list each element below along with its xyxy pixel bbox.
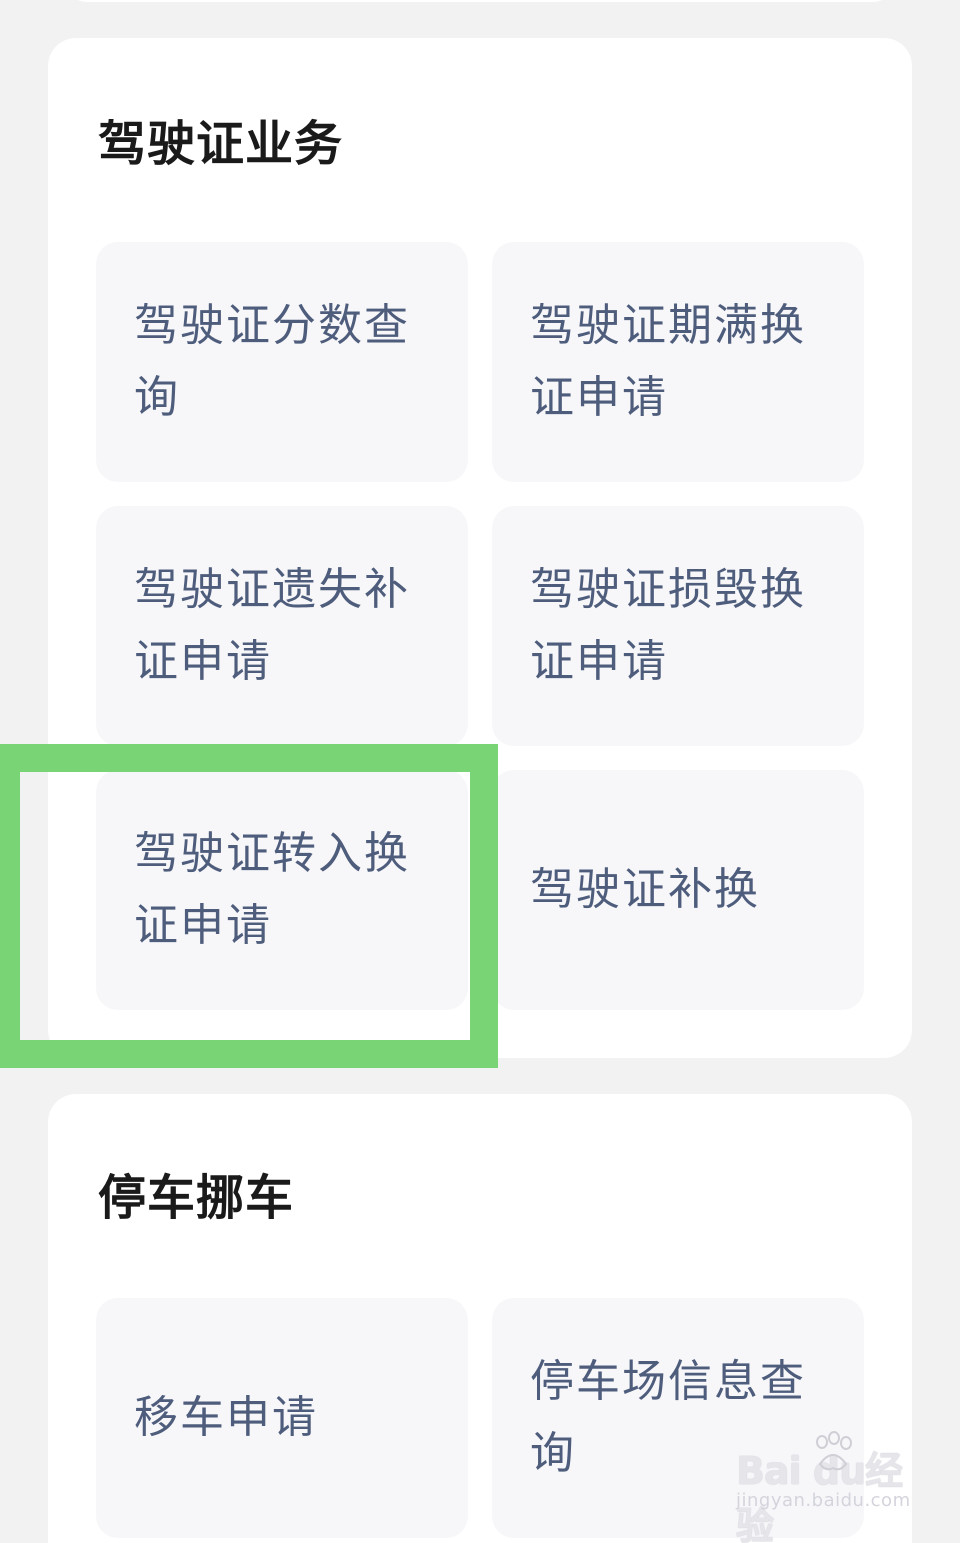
section-card-parking: 停车挪车 移车申请 停车场信息查询 <box>48 1094 912 1543</box>
tile-license-damaged-replacement[interactable]: 驾驶证损毁换证申请 <box>492 506 864 746</box>
tile-license-transfer-in[interactable]: 驾驶证转入换证申请 <box>96 770 468 1010</box>
tile-label: 驾驶证损毁换证申请 <box>530 564 806 687</box>
tile-parking-lot-info[interactable]: 停车场信息查询 <box>492 1298 864 1538</box>
section-title: 驾驶证业务 <box>98 116 344 172</box>
tile-move-car-request[interactable]: 移车申请 <box>96 1298 468 1538</box>
tile-license-renewal[interactable]: 驾驶证期满换证申请 <box>492 242 864 482</box>
tile-license-reissue[interactable]: 驾驶证补换 <box>492 770 864 1010</box>
tile-label: 移车申请 <box>134 1392 318 1443</box>
tile-license-lost-replacement[interactable]: 驾驶证遗失补证申请 <box>96 506 468 746</box>
tile-label: 驾驶证转入换证申请 <box>134 828 410 951</box>
tile-label: 驾驶证补换 <box>530 864 760 915</box>
tile-license-score-query[interactable]: 驾驶证分数查询 <box>96 242 468 482</box>
section-card-license: 驾驶证业务 驾驶证分数查询 驾驶证期满换证申请 驾驶证遗失补证申请 驾驶证损毁换… <box>48 38 912 1058</box>
tile-label: 驾驶证遗失补证申请 <box>134 564 410 687</box>
tile-label: 驾驶证分数查询 <box>134 300 410 423</box>
page: 驾驶证业务 驾驶证分数查询 驾驶证期满换证申请 驾驶证遗失补证申请 驾驶证损毁换… <box>0 0 960 1543</box>
tile-label: 驾驶证期满换证申请 <box>530 300 806 423</box>
tile-label: 停车场信息查询 <box>530 1356 806 1479</box>
previous-card-edge <box>60 0 900 2</box>
section-title: 停车挪车 <box>98 1170 295 1226</box>
